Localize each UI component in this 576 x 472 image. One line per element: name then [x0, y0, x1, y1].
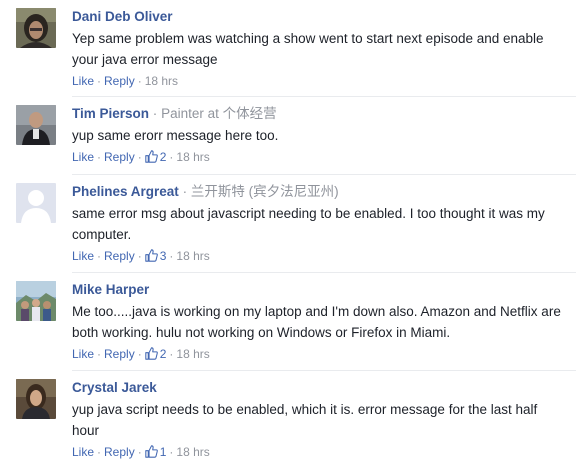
like-button[interactable]: Like [72, 74, 94, 88]
like-count[interactable]: 1 [144, 445, 166, 462]
author-name[interactable]: Crystal Jarek [72, 380, 157, 395]
separator-dot: · [137, 249, 142, 263]
author-name[interactable]: Mike Harper [72, 282, 149, 297]
like-count[interactable]: 2 [144, 150, 166, 167]
comment-actions: Like · Reply · 2 · 18 hrs [72, 149, 562, 167]
author-subtitle: Painter at 个体经营 [161, 106, 277, 121]
thumbs-up-icon [144, 150, 158, 167]
comment-content: Dani Deb Oliver Yep same problem was wat… [72, 8, 562, 89]
like-button[interactable]: Like [72, 249, 94, 263]
timestamp[interactable]: 18 hrs [176, 150, 209, 164]
comment-header: Phelines Argreat · 兰开斯特 (宾夕法尼亚州) [72, 183, 562, 201]
comment-text: yup java script needs to be enabled, whi… [72, 402, 538, 438]
like-button[interactable]: Like [72, 445, 94, 459]
avatar[interactable] [16, 281, 56, 321]
separator-dot: · [182, 184, 188, 199]
like-button[interactable]: Like [72, 347, 94, 361]
timestamp[interactable]: 18 hrs [176, 347, 209, 361]
reply-button[interactable]: Reply [104, 150, 135, 164]
comment-header: Crystal Jarek [72, 379, 562, 397]
separator-dot: · [97, 445, 102, 459]
default-avatar-icon [16, 183, 56, 223]
comment-actions: Like · Reply · 18 hrs [72, 73, 562, 89]
separator-dot: · [137, 150, 142, 164]
thumbs-up-icon [144, 347, 158, 364]
separator-dot: · [97, 347, 102, 361]
separator-dot: · [137, 445, 142, 459]
comment-header: Dani Deb Oliver [72, 8, 562, 26]
separator-dot: · [169, 445, 174, 459]
divider [72, 370, 576, 371]
avatar[interactable] [16, 8, 56, 48]
author-name[interactable]: Dani Deb Oliver [72, 9, 173, 24]
comment-header: Mike Harper [72, 281, 562, 299]
avatar-photo [16, 281, 56, 321]
like-count[interactable]: 3 [144, 249, 166, 266]
avatar-photo [16, 379, 56, 419]
timestamp[interactable]: 18 hrs [145, 74, 178, 88]
comment-content: Phelines Argreat · 兰开斯特 (宾夕法尼亚州) same er… [72, 183, 562, 266]
avatar-photo [16, 105, 56, 145]
comment-content: Tim Pierson · Painter at 个体经营 yup same e… [72, 105, 562, 167]
author-subtitle: 兰开斯特 (宾夕法尼亚州) [190, 184, 339, 199]
reply-button[interactable]: Reply [104, 347, 135, 361]
comment-content: Crystal Jarek yup java script needs to b… [72, 379, 562, 462]
separator-dot: · [97, 150, 102, 164]
author-name[interactable]: Phelines Argreat [72, 184, 179, 199]
comment-actions: Like · Reply · 3 · 18 hrs [72, 248, 562, 266]
divider [72, 96, 576, 97]
thumbs-up-icon [144, 445, 158, 462]
avatar[interactable] [16, 183, 56, 223]
timestamp[interactable]: 18 hrs [176, 445, 209, 459]
thumbs-up-icon [144, 249, 158, 266]
separator-dot: · [97, 74, 102, 88]
timestamp[interactable]: 18 hrs [176, 249, 209, 263]
like-count[interactable]: 2 [144, 347, 166, 364]
comment-content: Mike Harper Me too.....java is working o… [72, 281, 562, 364]
comment-header: Tim Pierson · Painter at 个体经营 [72, 105, 562, 123]
reply-button[interactable]: Reply [104, 445, 135, 459]
author-name[interactable]: Tim Pierson [72, 106, 149, 121]
avatar[interactable] [16, 379, 56, 419]
comment-text: same error msg about javascript needing … [72, 206, 545, 242]
separator-dot: · [97, 249, 102, 263]
separator-dot: · [137, 74, 142, 88]
like-button[interactable]: Like [72, 150, 94, 164]
comment-text: Yep same problem was watching a show wen… [72, 31, 544, 67]
divider [72, 174, 576, 175]
comment-text: Me too.....java is working on my laptop … [72, 304, 561, 340]
avatar-photo [16, 8, 56, 48]
reply-button[interactable]: Reply [104, 74, 135, 88]
separator-dot: · [169, 150, 174, 164]
separator-dot: · [169, 347, 174, 361]
comment-actions: Like · Reply · 1 · 18 hrs [72, 444, 562, 462]
comment-actions: Like · Reply · 2 · 18 hrs [72, 346, 562, 364]
comment-text: yup same erorr message here too. [72, 128, 279, 143]
reply-button[interactable]: Reply [104, 249, 135, 263]
separator-dot: · [137, 347, 142, 361]
divider [72, 272, 576, 273]
separator-dot: · [169, 249, 174, 263]
separator-dot: · [152, 106, 158, 121]
avatar[interactable] [16, 105, 56, 145]
